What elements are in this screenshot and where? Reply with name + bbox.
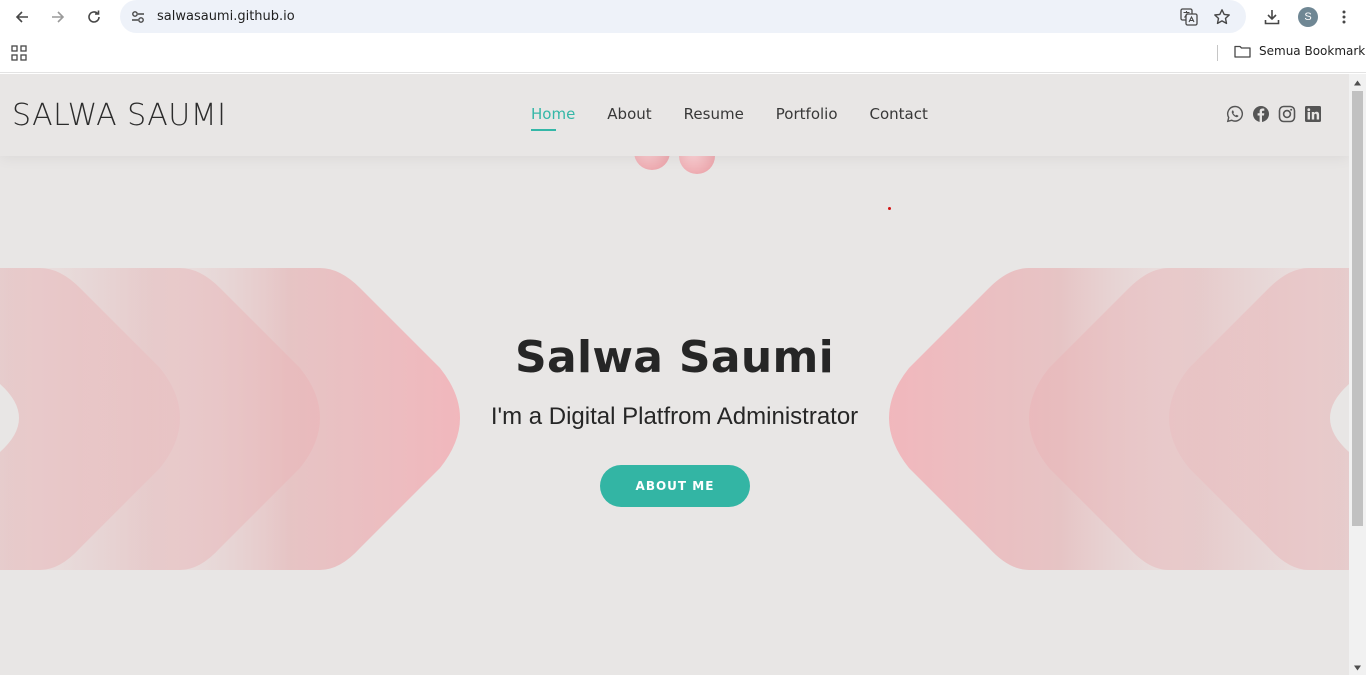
site-header: SALWA SAUMI Home About Resume Portfolio … [0,74,1349,156]
nav-portfolio[interactable]: Portfolio [776,105,838,131]
decorative-dot [888,207,891,210]
reload-button[interactable] [81,4,107,30]
translate-icon [1180,8,1198,26]
profile-button[interactable]: S [1295,4,1321,30]
social-links [1226,105,1322,123]
bookmarks-bar: Semua Bookmark [0,33,1366,73]
folder-icon [1234,45,1251,58]
about-me-button[interactable]: ABOUT ME [600,465,750,507]
main-nav: Home About Resume Portfolio Contact [531,105,928,131]
downloads-button[interactable] [1259,4,1285,30]
whatsapp-icon[interactable] [1226,105,1244,123]
scrollbar-thumb[interactable] [1352,91,1363,526]
all-bookmarks-button[interactable]: Semua Bookmark [1234,44,1365,58]
nav-contact[interactable]: Contact [870,105,928,131]
bookmark-star-button[interactable] [1211,6,1233,28]
forward-button[interactable] [45,4,71,30]
page-scrollbar[interactable] [1349,74,1366,675]
forward-arrow-icon [52,11,65,23]
all-bookmarks-label: Semua Bookmark [1259,44,1366,58]
address-bar[interactable]: salwasaumi.github.io [120,0,1246,33]
nav-about[interactable]: About [607,105,651,131]
nav-home[interactable]: Home [531,105,575,131]
scroll-up-arrow-icon[interactable] [1353,79,1362,87]
download-icon [1264,10,1280,25]
more-vertical-icon [1342,10,1346,24]
menu-button[interactable] [1331,4,1357,30]
nav-resume[interactable]: Resume [684,105,744,131]
url-text[interactable]: salwasaumi.github.io [157,9,295,24]
hero-title: Salwa Saumi [514,332,835,383]
translate-button[interactable] [1178,6,1200,28]
apps-grid-icon[interactable] [11,45,27,61]
site-info-icon[interactable] [128,7,148,27]
back-arrow-icon [15,11,28,23]
linkedin-icon[interactable] [1304,105,1322,123]
back-button[interactable] [9,4,35,30]
star-icon [1214,9,1230,25]
instagram-icon[interactable] [1278,105,1296,123]
scroll-down-arrow-icon[interactable] [1353,664,1362,672]
bookmarks-divider [1217,45,1218,61]
hero-subtitle: I'm a Digital Platfrom Administrator [490,403,859,430]
site-logo[interactable]: SALWA SAUMI [12,98,226,133]
avatar: S [1298,7,1318,27]
page-viewport: SALWA SAUMI Home About Resume Portfolio … [0,74,1349,675]
browser-toolbar: salwasaumi.github.io S [0,0,1366,33]
reload-icon [88,10,100,23]
facebook-icon[interactable] [1252,105,1270,123]
